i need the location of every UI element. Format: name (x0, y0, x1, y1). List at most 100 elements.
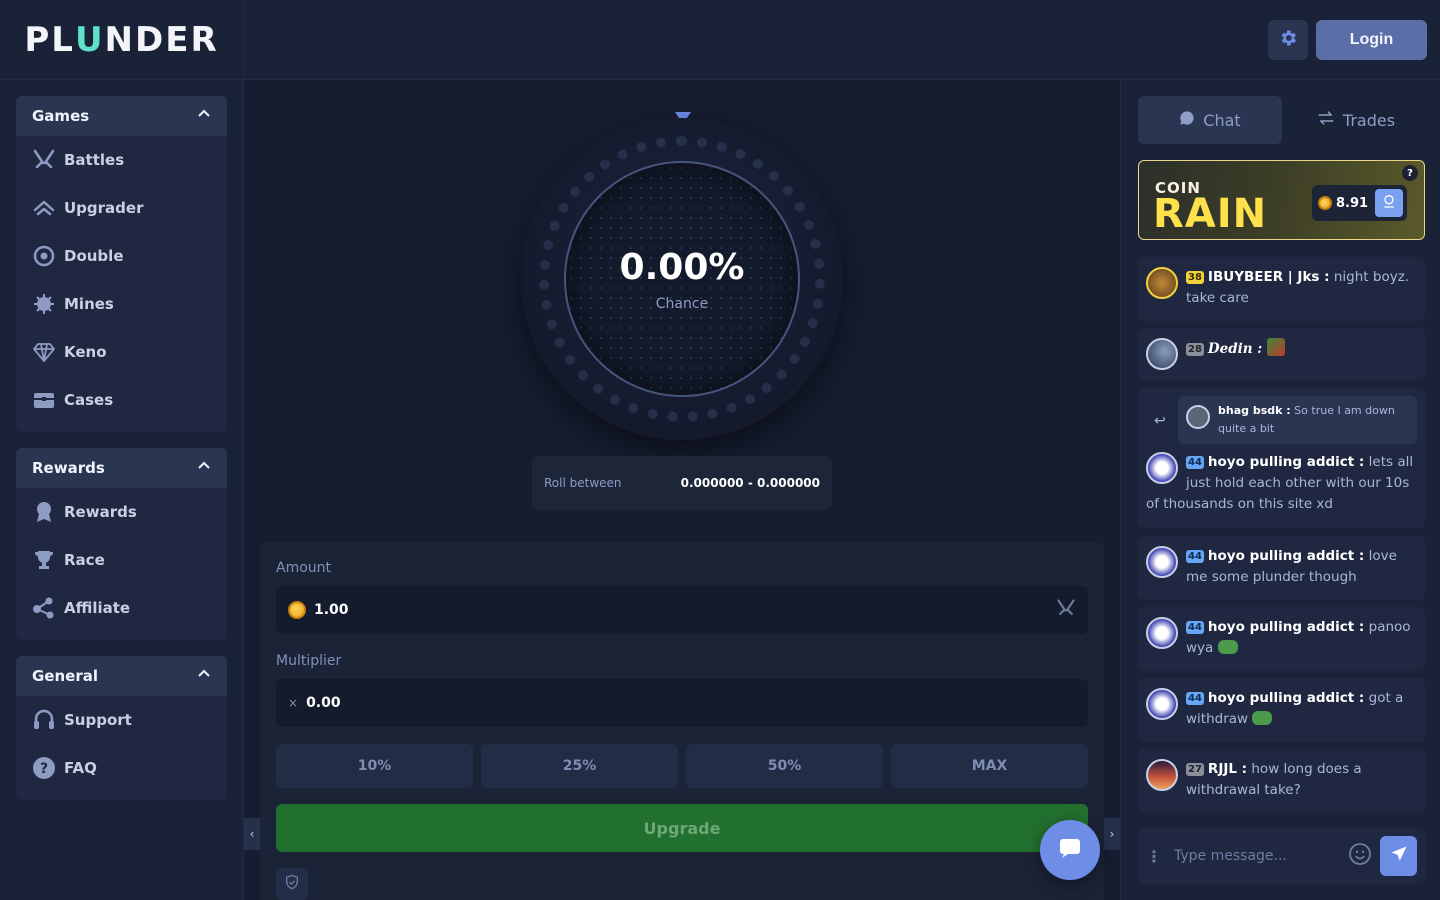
games-section-header[interactable]: Games (16, 96, 227, 136)
reply-quote[interactable]: ↩ bhag bsdk : So true I am down quite a … (1154, 396, 1417, 444)
trophy-icon (32, 548, 56, 572)
message-username[interactable]: hoyo pulling addict : (1208, 619, 1364, 635)
rain-help-button[interactable]: ? (1402, 165, 1418, 181)
sidebar-item-support[interactable]: Support (16, 696, 227, 744)
chat-message: ↩ bhag bsdk : So true I am down quite a … (1138, 388, 1425, 528)
emoji-icon[interactable] (1348, 842, 1372, 870)
chat-sidebar: Chat Trades COIN RAIN ? 8.91 38 IBUYBEER … (1120, 80, 1440, 900)
sidebar-item-cases[interactable]: Cases (16, 376, 227, 424)
level-badge: 27 (1186, 763, 1204, 776)
avatar[interactable] (1146, 688, 1178, 720)
chevron-up-icon (197, 459, 211, 477)
chevron-right-icon: › (1109, 827, 1115, 841)
tab-chat[interactable]: Chat (1138, 96, 1282, 144)
roll-label: Roll between (544, 476, 622, 490)
avatar[interactable] (1146, 546, 1178, 578)
logo-area[interactable]: PLUNDER (0, 0, 244, 80)
sidebar-item-race[interactable]: Race (16, 536, 227, 584)
sidebar-item-faq[interactable]: ? FAQ (16, 744, 227, 792)
amount-field[interactable]: 1.00 (276, 586, 1088, 634)
coin-icon (288, 601, 306, 619)
percent-25-button[interactable]: 25% (481, 744, 678, 788)
more-options-icon[interactable]: ⋮ (1146, 847, 1162, 866)
multiplier-value[interactable]: 0.00 (306, 695, 341, 711)
avatar (1186, 405, 1210, 429)
chevron-up-icon (197, 107, 211, 125)
level-badge: 44 (1186, 692, 1204, 705)
sidebar-item-keno[interactable]: Keno (16, 328, 227, 376)
sidebar-item-label: FAQ (64, 759, 97, 777)
sidebar-item-upgrader[interactable]: Upgrader (16, 184, 227, 232)
tab-trades-label: Trades (1342, 110, 1396, 130)
sidebar-item-rewards[interactable]: Rewards (16, 488, 227, 536)
swap-icon (1317, 109, 1335, 131)
avatar[interactable] (1146, 617, 1178, 649)
percent-buttons: 10% 25% 50% MAX (276, 744, 1088, 788)
roll-value: 0.000000 - 0.000000 (680, 476, 820, 490)
sidebar-item-label: Cases (64, 391, 114, 409)
tab-trades[interactable]: Trades (1288, 96, 1424, 144)
pepe-emote-icon (1252, 711, 1273, 725)
sidebar-item-mines[interactable]: Mines (16, 280, 227, 328)
upgrade-button[interactable]: Upgrade (276, 804, 1088, 852)
sidebar-item-affiliate[interactable]: Affiliate (16, 584, 227, 632)
message-username[interactable]: IBUYBEER | Jks : (1208, 269, 1330, 285)
rain-amount: 8.91 (1336, 195, 1369, 211)
rewards-section-header[interactable]: Rewards (16, 448, 227, 488)
avatar[interactable] (1146, 452, 1178, 484)
avatar[interactable] (1146, 338, 1178, 370)
chance-label: Chance (655, 295, 709, 312)
plunder-logo[interactable]: PLUNDER (24, 20, 218, 60)
roll-range-box: Roll between 0.000000 - 0.000000 (532, 456, 832, 510)
medal-icon (32, 500, 56, 524)
amount-label: Amount (276, 560, 332, 576)
left-sidebar: Games Battles Upgrader Double Mines Keno… (0, 80, 244, 900)
chat-message: 38 IBUYBEER | Jks : night boyz. take care (1138, 257, 1425, 321)
multiplier-field[interactable]: × 0.00 (276, 679, 1088, 727)
amount-value[interactable]: 1.00 (314, 602, 349, 618)
general-section-header[interactable]: General (16, 656, 227, 696)
collapse-left-button[interactable]: ‹ (244, 818, 260, 850)
coin-rain-banner: COIN RAIN ? 8.91 (1138, 160, 1425, 240)
join-icon (1381, 193, 1397, 213)
reply-icon: ↩ (1154, 413, 1166, 429)
svg-text:?: ? (40, 761, 48, 777)
chevron-left-icon: ‹ (249, 827, 255, 841)
message-username[interactable]: Dedin : (1208, 341, 1262, 357)
upgrader-main: 0.00% Chance Roll between 0.000000 - 0.0… (244, 80, 1120, 900)
percent-10-button[interactable]: 10% (276, 744, 473, 788)
rain-join-button[interactable] (1375, 189, 1403, 217)
send-button[interactable] (1380, 836, 1417, 876)
sidebar-item-label: Upgrader (64, 199, 144, 217)
sidebar-item-double[interactable]: Double (16, 232, 227, 280)
general-section: General Support ? FAQ (16, 656, 227, 800)
sidebar-item-label: Support (64, 711, 132, 729)
level-badge: 44 (1186, 456, 1204, 469)
multiplier-label: Multiplier (276, 653, 342, 669)
games-section-title: Games (32, 107, 90, 125)
chat-fab-button[interactable] (1040, 820, 1100, 880)
rain-title-text: RAIN (1153, 191, 1268, 237)
swords-icon[interactable] (1056, 598, 1076, 622)
level-badge: 38 (1186, 271, 1204, 284)
avatar[interactable] (1146, 759, 1178, 791)
message-username[interactable]: hoyo pulling addict : (1208, 548, 1364, 564)
max-button[interactable]: MAX (891, 744, 1088, 788)
chat-message: 44 hoyo pulling addict : panoo wya (1138, 607, 1425, 671)
message-username[interactable]: RJJL : (1208, 761, 1247, 777)
send-icon (1390, 845, 1408, 867)
double-icon (32, 244, 56, 268)
percent-50-button[interactable]: 50% (686, 744, 883, 788)
collapse-right-button[interactable]: › (1104, 818, 1120, 850)
settings-button[interactable] (1268, 20, 1308, 60)
avatar[interactable] (1146, 267, 1178, 299)
chest-icon (32, 388, 56, 412)
login-button[interactable]: Login (1316, 20, 1427, 60)
provably-fair-button[interactable] (276, 868, 308, 900)
chat-message: 44 hoyo pulling addict : got a withdraw (1138, 678, 1425, 742)
sidebar-item-battles[interactable]: Battles (16, 136, 227, 184)
chat-input-bar: ⋮ (1138, 828, 1425, 884)
message-username[interactable]: hoyo pulling addict : (1208, 690, 1364, 706)
message-username[interactable]: hoyo pulling addict : (1208, 454, 1364, 470)
chat-message-input[interactable] (1174, 848, 1348, 864)
